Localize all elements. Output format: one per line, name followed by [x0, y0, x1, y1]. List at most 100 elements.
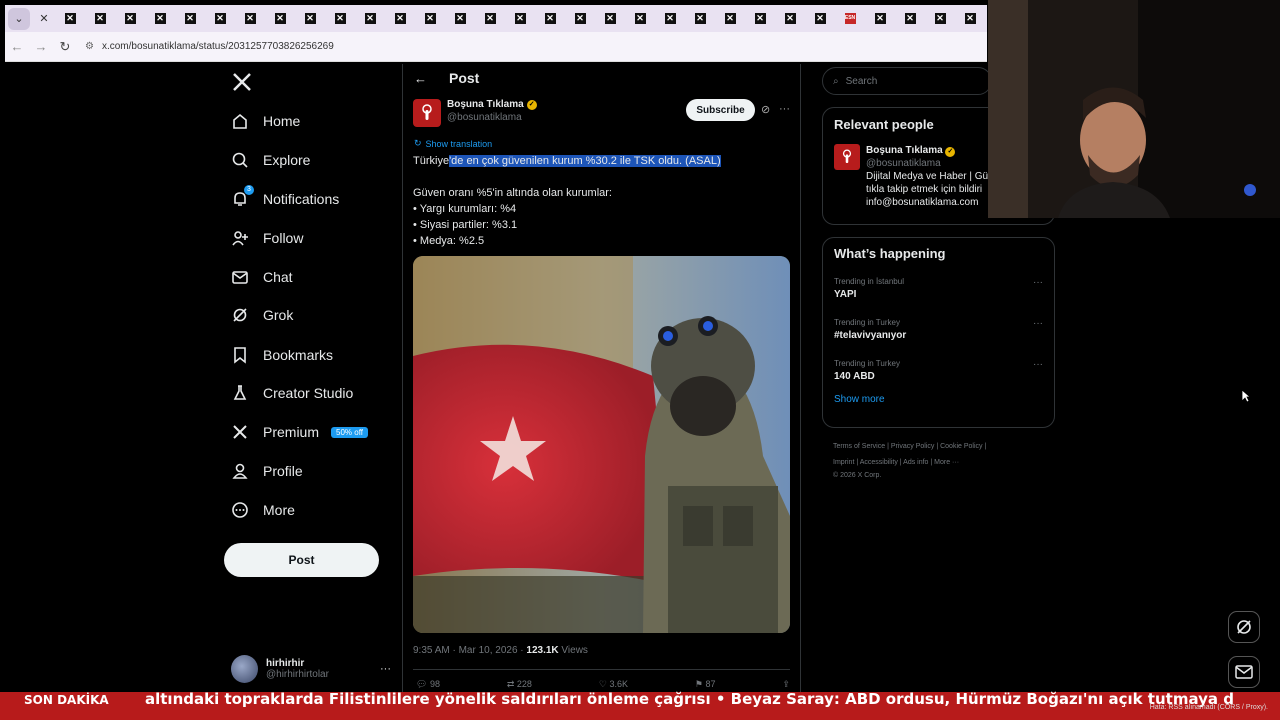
add-user-icon [231, 229, 249, 247]
reload-icon[interactable]: ↻ [53, 39, 77, 55]
grok-explain-icon[interactable]: ⊘ [761, 103, 770, 116]
bookmark-button[interactable]: ⚑ 87 [695, 679, 716, 690]
browser-tab[interactable]: ✕ [565, 8, 595, 30]
browser-tab[interactable]: ✕ [685, 8, 715, 30]
like-button[interactable]: ♡ 3.6K [599, 679, 628, 690]
browser-tab[interactable]: ✕ [385, 8, 415, 30]
post-button[interactable]: Post [224, 543, 379, 577]
x-favicon-icon: ✕ [64, 13, 76, 24]
browser-tab[interactable]: ✕ [415, 8, 445, 30]
browser-tab[interactable]: ✕ [775, 8, 805, 30]
x-favicon-icon: ✕ [124, 13, 136, 24]
browser-tab[interactable]: ✕ [85, 8, 115, 30]
browser-tab[interactable]: ✕ [55, 8, 85, 30]
more-circle-icon [231, 501, 249, 519]
x-favicon-icon: ✕ [424, 13, 436, 24]
trend-more-icon[interactable]: ··· [1033, 277, 1043, 288]
x-logo-icon[interactable] [232, 72, 252, 98]
repost-button[interactable]: ⇄ 228 [507, 679, 532, 690]
sidebar-item-more[interactable]: More [231, 495, 295, 525]
news-ticker: altındaki topraklarda Filistinlilere yön… [0, 690, 1280, 720]
author-handle[interactable]: @bosunatiklama [447, 112, 537, 123]
sidebar-item-explore[interactable]: Explore [231, 145, 310, 175]
sidebar-item-home[interactable]: Home [231, 106, 300, 136]
relevant-avatar[interactable] [834, 144, 860, 170]
footer-links: Terms of Service | Privacy Policy | Cook… [833, 439, 1048, 481]
tweet-line1-pre: Türkiye [413, 155, 450, 167]
like-count: 3.6K [609, 679, 628, 689]
sidebar-item-follow[interactable]: Follow [231, 223, 303, 253]
browser-tab[interactable]: ✕ [205, 8, 235, 30]
author-avatar[interactable] [413, 99, 441, 127]
browser-tab[interactable]: ✕ [265, 8, 295, 30]
browser-tab[interactable]: ✕ [625, 8, 655, 30]
tweet-timestamp[interactable]: 9:35 AM · Mar 10, 2026 · [413, 645, 526, 656]
trend-item[interactable]: Trending in Turkey #telavivyanıyor ··· [834, 318, 1043, 345]
author-name[interactable]: Boşuna Tıklama [447, 99, 524, 110]
browser-tab[interactable]: ✕ [115, 8, 145, 30]
trend-more-icon[interactable]: ··· [1033, 359, 1043, 370]
site-info-icon[interactable]: ⚙ [85, 41, 94, 52]
browser-tab[interactable]: ✕ [925, 8, 955, 30]
trend-context: Trending in Turkey [834, 318, 900, 327]
more-options-icon[interactable]: ··· [779, 103, 790, 115]
sidebar-item-chat[interactable]: Chat [231, 262, 293, 292]
x-favicon-icon: ✕ [454, 13, 466, 24]
trend-more-icon[interactable]: ··· [1033, 318, 1043, 329]
sidebar-item-creator-studio[interactable]: Creator Studio [231, 378, 353, 408]
tab-favicon-esn: ESN [844, 13, 856, 24]
sidebar-item-bookmarks[interactable]: Bookmarks [231, 340, 333, 370]
tab-search-chevron-icon[interactable]: ⌄ [8, 7, 30, 30]
browser-tab[interactable]: ESN [835, 8, 865, 30]
browser-tab[interactable]: ✕ [655, 8, 685, 30]
browser-tab[interactable]: ✕ [505, 8, 535, 30]
browser-tab[interactable]: ✕ [745, 8, 775, 30]
back-icon[interactable]: ← [5, 39, 29, 54]
relevant-handle[interactable]: @bosunatiklama [866, 157, 988, 170]
search-box[interactable]: ⌕ Search [822, 67, 992, 95]
trend-item[interactable]: Trending in İstanbul YAPI ··· [834, 277, 1043, 304]
browser-tab[interactable]: ✕ [805, 8, 835, 30]
browser-tab[interactable]: ✕ [535, 8, 565, 30]
sidebar-item-notifications[interactable]: 3 Notifications [231, 184, 339, 214]
sidebar-item-profile[interactable]: Profile [231, 456, 303, 486]
forward-icon[interactable]: → [29, 39, 53, 54]
footer-line[interactable]: Terms of Service | Privacy Policy | Cook… [833, 439, 1048, 455]
relevant-name[interactable]: Boşuna Tıklama [866, 145, 943, 156]
subscribe-button[interactable]: Subscribe [686, 99, 755, 121]
search-input[interactable]: Search [846, 76, 878, 87]
sidebar-item-grok[interactable]: Grok [231, 300, 293, 330]
url-text[interactable]: x.com/bosunatiklama/status/2031257703826… [102, 41, 334, 52]
reply-button[interactable]: 💬︎ 98 [416, 679, 440, 690]
browser-tab[interactable]: ✕ [445, 8, 475, 30]
account-switcher[interactable]: hirhirhir @hirhirhirtolar ··· [231, 653, 391, 685]
browser-tab[interactable]: ✕ [475, 8, 505, 30]
more-dots-icon[interactable]: ··· [380, 663, 391, 675]
browser-tab[interactable]: ✕ [355, 8, 385, 30]
browser-tab[interactable]: ✕ [595, 8, 625, 30]
browser-tab[interactable]: ✕ [145, 8, 175, 30]
grok-floating-button[interactable] [1228, 611, 1260, 643]
browser-tab[interactable]: ✕ [295, 8, 325, 30]
footer-line[interactable]: Imprint | Accessibility | Ads info | Mor… [833, 455, 1048, 471]
show-translation-link[interactable]: ↻ Show translation [414, 138, 492, 149]
active-tab-close-icon[interactable]: ✕ [33, 8, 55, 30]
share-icon[interactable]: ⇪ [782, 679, 790, 690]
browser-tab[interactable]: ✕ [235, 8, 265, 30]
messages-floating-button[interactable] [1228, 656, 1260, 688]
x-favicon-icon: ✕ [814, 13, 826, 24]
browser-tab[interactable]: ✕ [175, 8, 205, 30]
show-more-link[interactable]: Show more [834, 394, 1043, 405]
back-arrow-icon[interactable]: ← [414, 71, 427, 86]
post-author[interactable]: Boşuna Tıklama ✓ @bosunatiklama [413, 99, 537, 127]
browser-tab[interactable]: ✕ [865, 8, 895, 30]
sidebar-item-premium[interactable]: Premium 50% off [231, 417, 368, 447]
trend-item[interactable]: Trending in Turkey 140 ABD ··· [834, 359, 1043, 386]
browser-tab[interactable]: ✕ [955, 8, 985, 30]
tweet-image[interactable] [413, 256, 790, 633]
sidebar-item-label: Chat [263, 269, 293, 285]
browser-tab[interactable]: ✕ [715, 8, 745, 30]
browser-tab[interactable]: ✕ [895, 8, 925, 30]
browser-tab[interactable]: ✕ [325, 8, 355, 30]
x-favicon-icon: ✕ [154, 13, 166, 24]
